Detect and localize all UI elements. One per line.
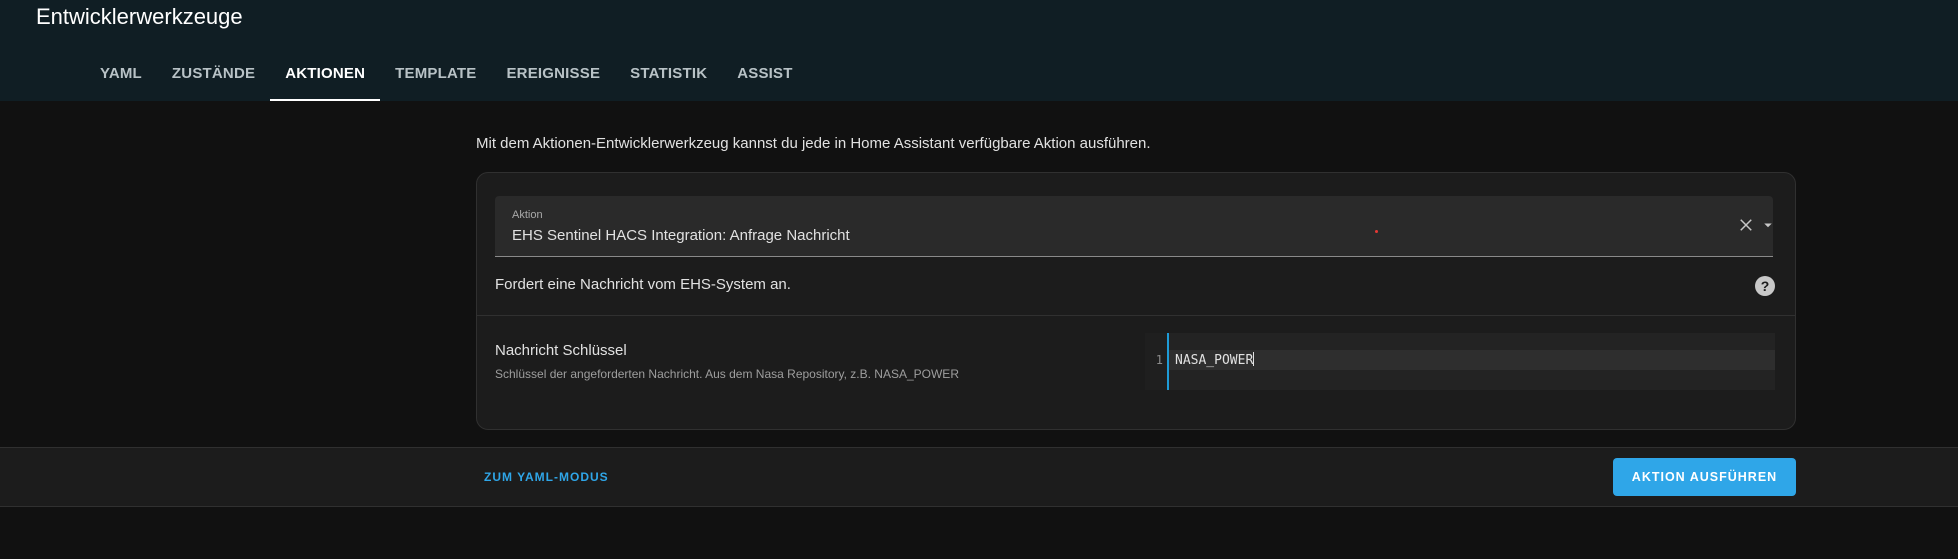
menu-down-icon[interactable]: [1759, 216, 1777, 234]
run-action-button[interactable]: AKTION AUSFÜHREN: [1613, 458, 1796, 496]
close-icon[interactable]: [1737, 216, 1755, 234]
divider: [477, 315, 1795, 316]
editor-value: NASA_POWER: [1175, 353, 1254, 368]
app-header: Entwicklerwerkzeuge YAML ZUSTÄNDE AKTION…: [0, 0, 1958, 101]
line-number: 1: [1155, 353, 1163, 367]
red-dot-marker: [1375, 230, 1378, 233]
field-helper-text: Schlüssel der angeforderten Nachricht. A…: [495, 367, 959, 381]
footer-bar: ZUM YAML-MODUS AKTION AUSFÜHREN: [0, 447, 1958, 507]
field-title: Nachricht Schlüssel: [495, 342, 627, 359]
text-cursor: [1253, 352, 1255, 366]
action-description: Fordert eine Nachricht vom EHS-System an…: [495, 276, 791, 293]
tab-statistics[interactable]: STATISTIK: [615, 56, 722, 101]
active-line-highlight: [1169, 350, 1775, 370]
yaml-mode-link[interactable]: ZUM YAML-MODUS: [484, 470, 609, 484]
editor-gutter: 1: [1145, 333, 1169, 390]
action-select[interactable]: Aktion EHS Sentinel HACS Integration: An…: [495, 196, 1773, 257]
action-card: Aktion EHS Sentinel HACS Integration: An…: [476, 172, 1796, 430]
svg-text:?: ?: [1761, 278, 1770, 294]
help-circle-icon[interactable]: ?: [1753, 274, 1777, 298]
code-editor[interactable]: 1 NASA_POWER: [1145, 333, 1775, 390]
intro-text: Mit dem Aktionen-Entwicklerwerkzeug kann…: [476, 135, 1151, 152]
editor-line[interactable]: NASA_POWER: [1175, 352, 1255, 368]
tab-events[interactable]: EREIGNISSE: [491, 56, 615, 101]
tab-yaml[interactable]: YAML: [85, 56, 157, 101]
action-select-value: EHS Sentinel HACS Integration: Anfrage N…: [512, 227, 850, 244]
action-select-label: Aktion: [512, 209, 543, 221]
page-title: Entwicklerwerkzeuge: [36, 4, 243, 29]
tab-assist[interactable]: ASSIST: [722, 56, 807, 101]
tab-states[interactable]: ZUSTÄNDE: [157, 56, 270, 101]
tab-bar: YAML ZUSTÄNDE AKTIONEN TEMPLATE EREIGNIS…: [85, 56, 808, 101]
tab-actions[interactable]: AKTIONEN: [270, 56, 381, 101]
tab-template[interactable]: TEMPLATE: [380, 56, 491, 101]
